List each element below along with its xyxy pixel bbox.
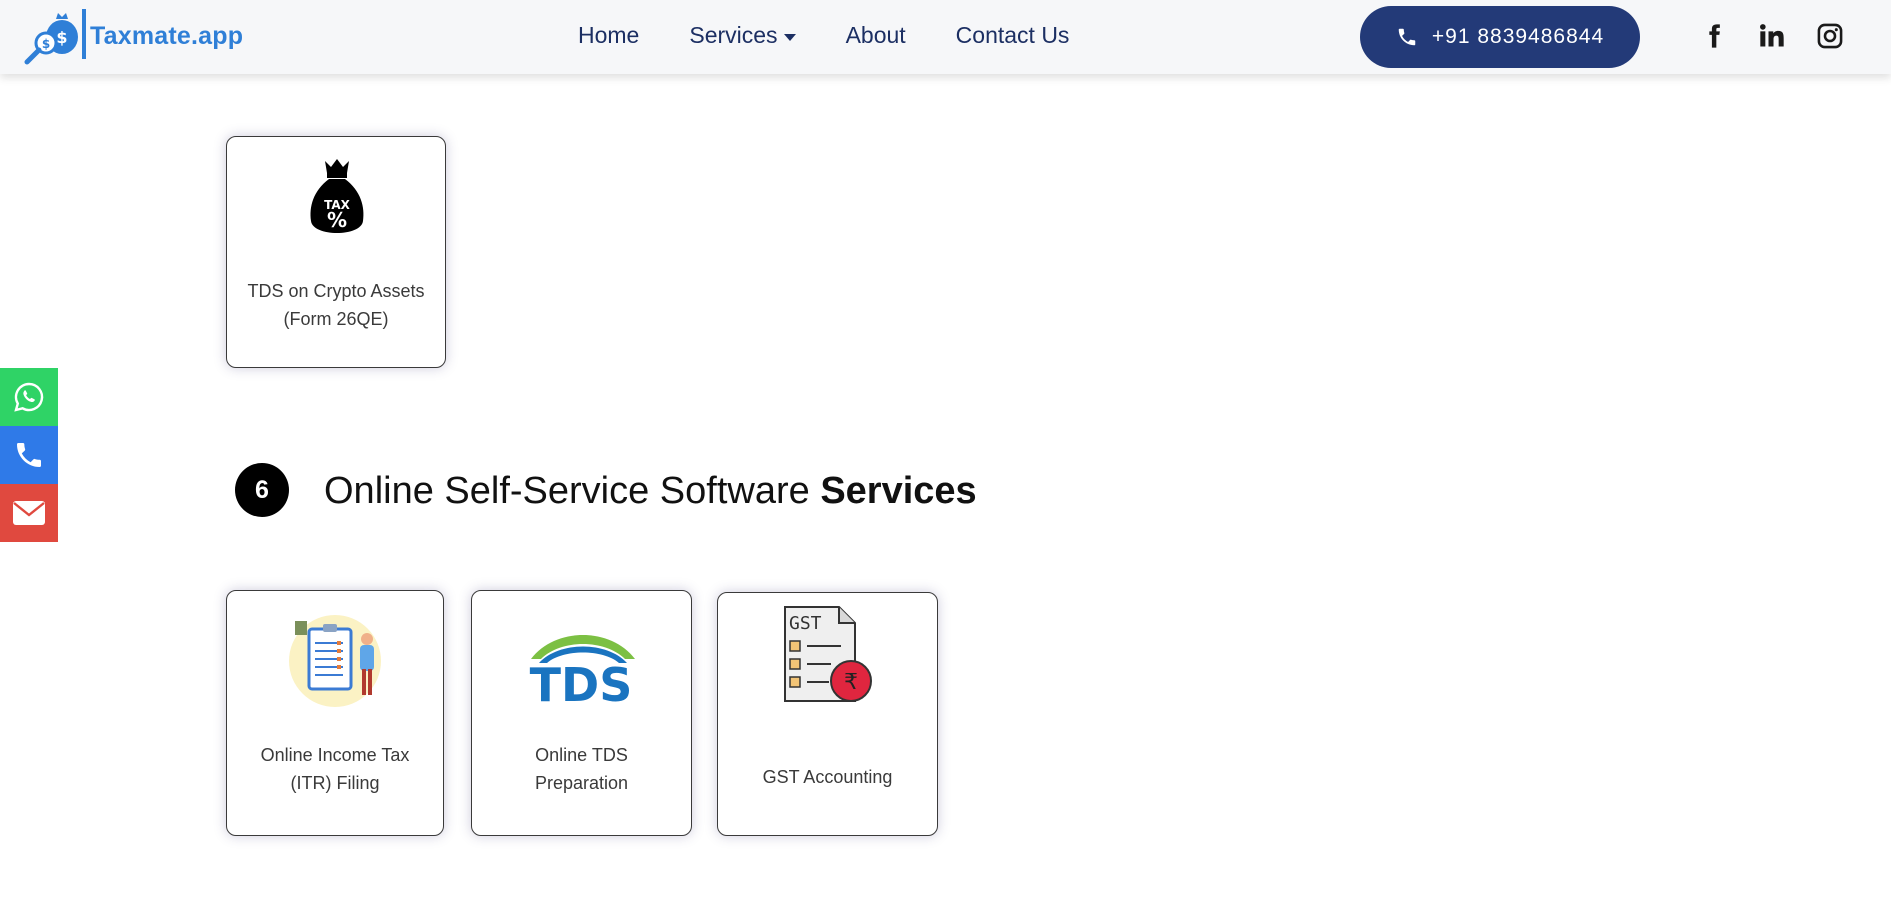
card-label: Online TDS Preparation <box>472 741 691 797</box>
social-links <box>1700 22 1844 50</box>
nav-contact-us[interactable]: Contact Us <box>956 22 1070 49</box>
logo-text: Taxmate.app <box>90 21 244 50</box>
side-call-button[interactable] <box>0 426 58 484</box>
whatsapp-button[interactable] <box>0 368 58 426</box>
itr-filing-illustration-icon <box>289 615 381 707</box>
nav-services-label: Services <box>689 22 778 48</box>
nav-home-label: Home <box>578 22 640 48</box>
linkedin-icon[interactable] <box>1758 22 1786 50</box>
money-bag-magnifier-icon: $ $ <box>22 7 86 65</box>
svg-text:$: $ <box>42 37 50 51</box>
card-label-line1: Online TDS <box>535 745 628 765</box>
card-label-line1: Online Income Tax <box>260 745 410 765</box>
tax-bag-percent: % <box>327 208 347 232</box>
main-nav: Home Services About Contact Us <box>578 22 1069 49</box>
facebook-icon[interactable] <box>1700 22 1728 50</box>
phone-icon <box>17 443 41 467</box>
instagram-icon[interactable] <box>1816 22 1844 50</box>
phone-icon <box>1398 28 1416 46</box>
card-tds-crypto-assets[interactable]: TAX % TDS on Crypto Assets (Form 26QE) <box>226 136 446 368</box>
section-title-bold: Services <box>820 470 977 512</box>
card-label: GST Accounting <box>718 763 937 791</box>
card-gst-accounting[interactable]: GST ₹ GST Accounting <box>717 592 938 836</box>
nav-services[interactable]: Services <box>689 22 796 49</box>
nav-about-label: About <box>845 22 906 48</box>
svg-text:$: $ <box>56 28 67 47</box>
phone-number: +91 8839486844 <box>1431 25 1605 48</box>
card-label: Online Income Tax (ITR) Filing <box>227 741 443 797</box>
mail-icon <box>13 501 45 525</box>
gst-doc-text: GST <box>789 613 822 634</box>
tax-bag-icon: TAX % <box>310 159 364 233</box>
sticky-contact-bar <box>0 368 58 542</box>
card-label-line2: (Form 26QE) <box>283 309 389 329</box>
nav-home[interactable]: Home <box>578 22 639 49</box>
tds-logo-icon: TDS <box>530 635 635 705</box>
card-label-line1: TDS on Crypto Assets <box>247 281 425 301</box>
section-number-badge: 6 <box>235 463 289 517</box>
section-title: Online Self-Service Software Services <box>324 470 977 513</box>
whatsapp-icon <box>14 382 44 412</box>
card-label-line2: Preparation <box>534 773 629 793</box>
chevron-down-icon <box>783 33 796 41</box>
site-header: $ $ Taxmate.app Home Services About Cont… <box>0 0 1891 74</box>
section-title-regular: Online Self-Service Software <box>324 470 821 512</box>
card-label-line2: (ITR) Filing <box>290 773 380 793</box>
nav-about[interactable]: About <box>846 22 906 49</box>
card-label: TDS on Crypto Assets (Form 26QE) <box>227 277 445 333</box>
logo[interactable]: $ $ Taxmate.app <box>22 6 243 66</box>
card-label-line1: GST Accounting <box>762 767 893 787</box>
call-phone-button[interactable]: +91 8839486844 <box>1360 6 1640 68</box>
tds-logo-text: TDS <box>530 658 633 705</box>
email-button[interactable] <box>0 484 58 542</box>
card-online-itr-filing[interactable]: Online Income Tax (ITR) Filing <box>226 590 444 836</box>
card-online-tds-preparation[interactable]: TDS Online TDS Preparation <box>471 590 692 836</box>
nav-contact-us-label: Contact Us <box>955 22 1070 48</box>
gst-seal-text: ₹ <box>844 670 858 695</box>
gst-document-icon: GST ₹ <box>784 606 872 702</box>
